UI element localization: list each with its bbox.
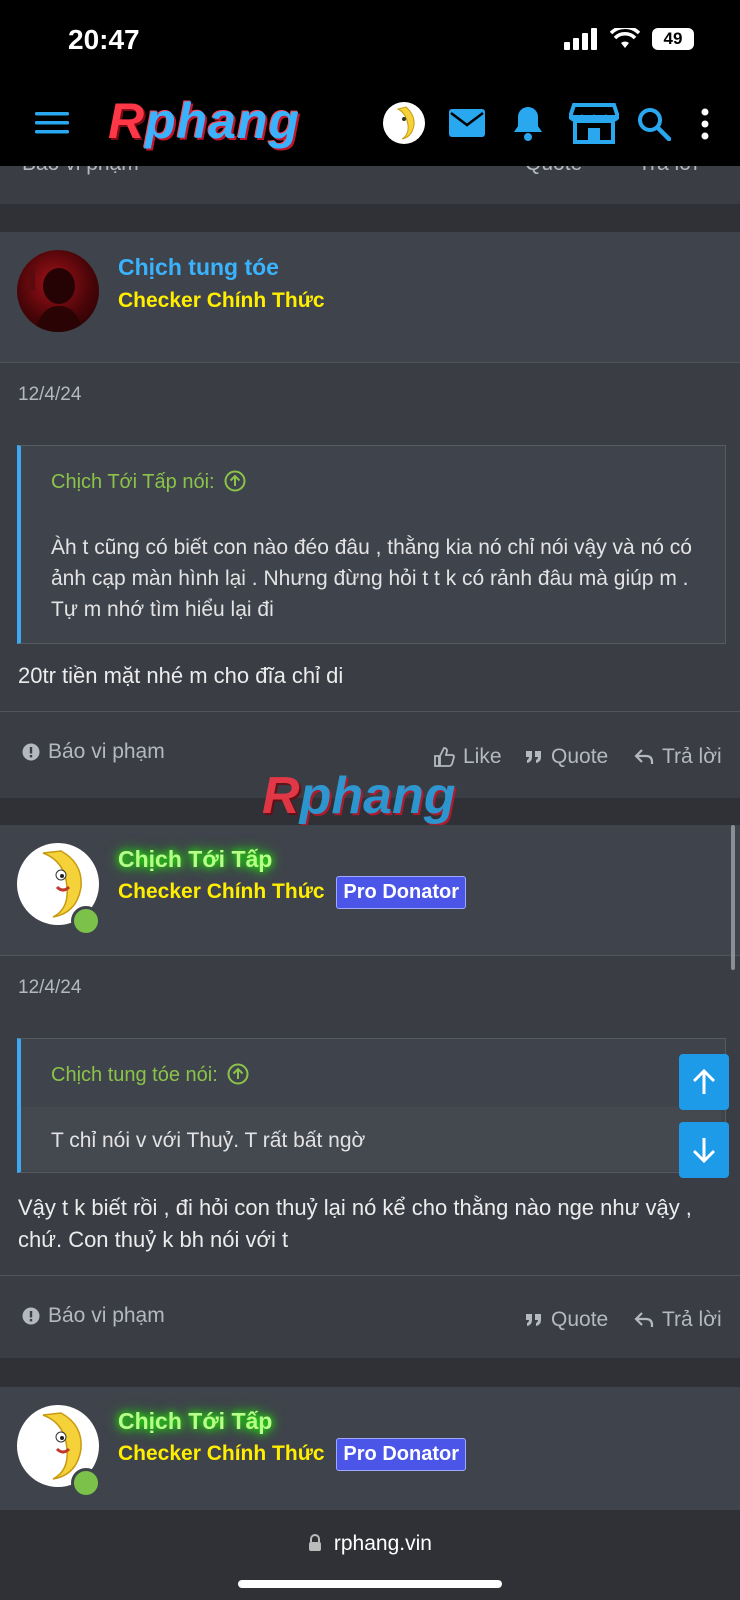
quote-icon — [526, 751, 541, 763]
scrollbar-thumb[interactable] — [731, 825, 735, 970]
watermark-logo: Rphang — [262, 766, 456, 826]
alerts-button[interactable] — [508, 102, 548, 144]
alert-circle-icon — [22, 743, 40, 761]
post-content: 20tr tiền mặt nhé m cho đĩa chỉ di — [18, 663, 344, 688]
quote-label: Quote — [525, 166, 582, 176]
user-title: Checker Chính Thức Pro Donator — [118, 1438, 466, 1471]
user-title: Checker Chính Thức Pro Donator — [118, 876, 466, 909]
quote-button[interactable]: Quote — [525, 1308, 608, 1332]
reply-label: Trả lời — [662, 745, 722, 768]
user-title: Checker Chính Thức — [118, 289, 325, 312]
arrow-up-circle-icon — [227, 1063, 249, 1085]
banana-avatar-icon — [396, 106, 415, 140]
reply-button[interactable]: Trả lời — [634, 745, 722, 769]
username[interactable]: Chịch Tới Tấp — [118, 1408, 272, 1435]
report-link[interactable]: Báo vi phạm — [22, 740, 165, 764]
inbox-button[interactable] — [447, 106, 487, 140]
quote-text: Àh t cũng có biết con nào đéo đâu , thằn… — [51, 536, 692, 621]
like-label: Like — [463, 745, 502, 768]
quote-author[interactable]: Chịch Tới Tấp nói: — [51, 470, 246, 494]
search-button[interactable] — [636, 106, 672, 142]
signal-icon — [564, 28, 597, 50]
online-status-icon — [71, 1468, 101, 1498]
status-bar: 20:47 49 — [0, 0, 740, 80]
report-link[interactable]: Báo vi phạm — [22, 1304, 165, 1328]
donator-badge: Pro Donator — [336, 1438, 466, 1471]
watermark-word: phang — [299, 767, 456, 825]
user-avatar-button[interactable] — [383, 102, 425, 144]
report-label: Báo vi phạm — [22, 166, 139, 176]
home-indicator[interactable] — [238, 1580, 502, 1588]
bell-icon — [514, 107, 542, 141]
username[interactable]: Chịch tung tóe — [118, 254, 279, 281]
logo-letter: R — [108, 93, 146, 149]
quote-button[interactable]: Quote — [525, 166, 582, 176]
user-title-label: Checker Chính Thức — [118, 880, 325, 903]
quote-label: Quote — [551, 745, 609, 768]
watermark-letter: R — [262, 767, 300, 825]
reply-button[interactable]: Trả lời — [638, 166, 698, 176]
quote-block: Chịch Tới Tấp nói: Àh t cũng có biết con… — [17, 445, 726, 644]
post-date[interactable]: 12/4/24 — [18, 977, 81, 999]
url-text: rphang.vin — [333, 1532, 432, 1555]
thumbs-up-icon — [434, 747, 455, 767]
post-date[interactable]: 12/4/24 — [18, 384, 81, 406]
kebab-menu-icon — [701, 108, 709, 140]
status-icons: 49 — [564, 28, 694, 50]
previous-post-footer: Báo vi phạm Quote Trả lời — [0, 166, 740, 204]
quote-author[interactable]: Chịch tung tóe nói: — [51, 1063, 249, 1087]
alert-circle-icon — [22, 1307, 40, 1325]
more-options-button[interactable] — [690, 104, 720, 144]
report-link[interactable]: Báo vi phạm — [22, 166, 139, 176]
reply-icon — [634, 1312, 654, 1327]
quote-author-label: Chịch Tới Tấp nói: — [51, 471, 215, 493]
arrow-up-icon — [692, 1068, 716, 1094]
url-display[interactable]: rphang.vin — [0, 1532, 740, 1556]
status-time: 20:47 — [68, 24, 140, 55]
search-icon — [638, 108, 671, 141]
reply-label: Trả lời — [638, 166, 698, 176]
store-icon — [569, 103, 619, 144]
quote-button[interactable]: Quote — [525, 745, 608, 769]
scroll-bottom-button[interactable] — [679, 1122, 729, 1178]
username[interactable]: Chịch Tới Tấp — [118, 846, 272, 873]
scroll-top-button[interactable] — [679, 1054, 729, 1110]
quote-label: Quote — [551, 1308, 609, 1331]
lock-icon — [309, 1534, 322, 1551]
quote-icon — [526, 1314, 541, 1326]
report-label: Báo vi phạm — [48, 1304, 165, 1327]
quote-text: T chỉ nói v với Thuỷ. T rất bất ngờ — [51, 1129, 366, 1152]
hamburger-icon — [35, 112, 69, 134]
logo-word: phang — [145, 93, 301, 149]
report-label: Báo vi phạm — [48, 740, 165, 763]
online-status-icon — [71, 906, 101, 936]
dark-figure-avatar-icon — [29, 268, 83, 332]
reply-icon — [634, 749, 654, 764]
quote-author-label: Chịch tung tóe nói: — [51, 1064, 218, 1086]
menu-button[interactable] — [32, 106, 72, 140]
arrow-up-circle-icon — [224, 470, 246, 492]
donator-badge: Pro Donator — [336, 876, 466, 909]
post-header — [0, 232, 740, 363]
arrow-down-icon — [692, 1138, 716, 1164]
site-logo[interactable]: Rphang — [108, 92, 300, 150]
wifi-icon — [610, 28, 640, 48]
store-button[interactable] — [568, 100, 620, 146]
quote-block: Chịch tung tóe nói: T chỉ nói v với Thuỷ… — [17, 1038, 726, 1173]
avatar[interactable] — [17, 250, 99, 332]
post-content: Vậy t k biết rồi , đi hỏi con thuỷ lại n… — [18, 1195, 692, 1252]
reply-label: Trả lời — [662, 1308, 722, 1331]
mail-icon — [449, 109, 485, 137]
reply-button[interactable]: Trả lời — [634, 1308, 722, 1332]
battery-indicator: 49 — [652, 28, 694, 50]
user-title-label: Checker Chính Thức — [118, 1442, 325, 1465]
